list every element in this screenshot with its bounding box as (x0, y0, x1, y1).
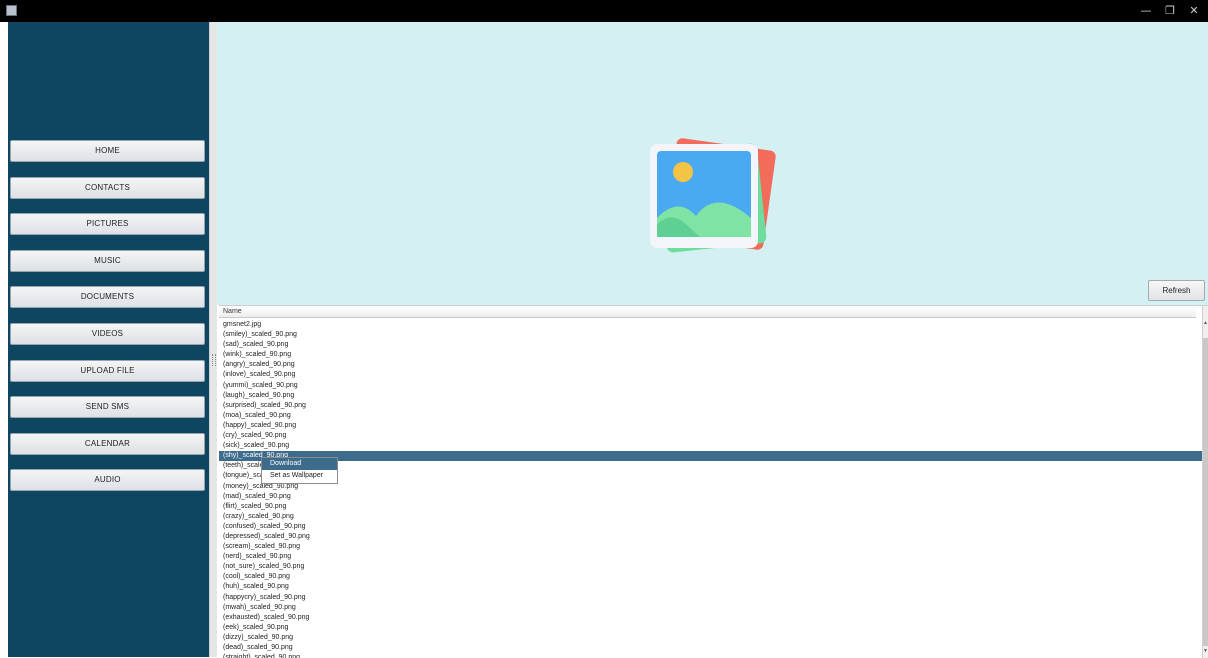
sidebar-item-pictures[interactable]: PICTURES (10, 213, 205, 235)
table-row[interactable]: (confused)_scaled_90.png (219, 522, 1202, 532)
table-row[interactable]: (nerd)_scaled_90.png (219, 552, 1202, 562)
scroll-up-icon[interactable]: ▲ (1203, 320, 1208, 326)
split-pane-divider[interactable] (209, 22, 217, 657)
table-row[interactable]: (shy)_scaled_90.png (219, 451, 1202, 462)
table-row[interactable]: (dizzy)_scaled_90.png (219, 633, 1202, 643)
sidebar-item-upload-file[interactable]: UPLOAD FILE (10, 360, 205, 382)
sidebar-item-contacts[interactable]: CONTACTS (10, 177, 205, 199)
table-row[interactable]: (yummi)_scaled_90.png (219, 381, 1202, 391)
app-icon (6, 5, 17, 16)
table-row[interactable]: (teeth)_scaled_90.png (219, 461, 1202, 471)
divider-grip-icon[interactable] (212, 354, 216, 366)
image-preview-panel: Refresh (217, 22, 1208, 305)
close-icon[interactable]: ✕ (1183, 2, 1205, 20)
table-row[interactable]: (crazy)_scaled_90.png (219, 512, 1202, 522)
table-row[interactable]: (mad)_scaled_90.png (219, 492, 1202, 502)
table-row[interactable]: (happycry)_scaled_90.png (219, 593, 1202, 603)
table-row[interactable]: (sad)_scaled_90.png (219, 340, 1202, 350)
table-row[interactable]: (scream)_scaled_90.png (219, 542, 1202, 552)
sidebar-item-home[interactable]: HOME (10, 140, 205, 162)
table-row[interactable]: (smiley)_scaled_90.png (219, 330, 1202, 340)
table-row[interactable]: (not_sure)_scaled_90.png (219, 562, 1202, 572)
context-menu: Download Set as Wallpaper (261, 457, 338, 484)
table-row[interactable]: (money)_scaled_90.png (219, 482, 1202, 492)
table-row[interactable]: (laugh)_scaled_90.png (219, 391, 1202, 401)
table-row[interactable]: (straight)_scaled_90.png (219, 653, 1202, 658)
table-row[interactable]: (huh)_scaled_90.png (219, 582, 1202, 592)
table-row[interactable]: (inlove)_scaled_90.png (219, 370, 1202, 380)
table-row[interactable]: (dead)_scaled_90.png (219, 643, 1202, 653)
table-row[interactable]: (moa)_scaled_90.png (219, 411, 1202, 421)
table-row[interactable]: (tongue)_scaled_90.png (219, 471, 1202, 481)
file-table: Name gmsnet2.jpg (smiley)_scaled_90.png (s… (219, 305, 1208, 658)
file-table-rows: gmsnet2.jpg (smiley)_scaled_90.png (sad)_s… (219, 320, 1202, 658)
sidebar-item-documents[interactable]: DOCUMENTS (10, 286, 205, 308)
sidebar-item-calendar[interactable]: CALENDAR (10, 433, 205, 455)
column-header-name[interactable]: Name (219, 306, 1196, 318)
table-row[interactable]: (surprised)_scaled_90.png (219, 401, 1202, 411)
vertical-scrollbar[interactable]: ▲ ▼ (1202, 306, 1208, 658)
table-row[interactable]: (happy)_scaled_90.png (219, 421, 1202, 431)
sidebar-item-videos[interactable]: VIDEOS (10, 323, 205, 345)
gallery-image-icon (650, 138, 776, 253)
scroll-down-icon[interactable]: ▼ (1203, 648, 1208, 654)
table-row[interactable]: (sick)_scaled_90.png (219, 441, 1202, 451)
table-row[interactable]: gmsnet2.jpg (219, 320, 1202, 330)
context-menu-set-as-wallpaper[interactable]: Set as Wallpaper (262, 470, 337, 482)
context-menu-download[interactable]: Download (262, 458, 337, 470)
table-row[interactable]: (cool)_scaled_90.png (219, 572, 1202, 582)
scrollbar-thumb[interactable] (1203, 338, 1208, 646)
table-row[interactable]: (cry)_scaled_90.png (219, 431, 1202, 441)
sidebar-item-music[interactable]: MUSIC (10, 250, 205, 272)
table-row[interactable]: (angry)_scaled_90.png (219, 360, 1202, 370)
restore-icon[interactable]: ❐ (1159, 2, 1181, 20)
table-row[interactable]: (wink)_scaled_90.png (219, 350, 1202, 360)
table-row[interactable]: (mwah)_scaled_90.png (219, 603, 1202, 613)
title-bar: — ❐ ✕ (0, 0, 1208, 22)
refresh-button[interactable]: Refresh (1148, 280, 1205, 301)
table-row[interactable]: (depressed)_scaled_90.png (219, 532, 1202, 542)
sidebar: HOME CONTACTS PICTURES MUSIC DOCUMENTS V… (8, 22, 209, 657)
sidebar-item-audio[interactable]: AUDIO (10, 469, 205, 491)
sidebar-item-send-sms[interactable]: SEND SMS (10, 396, 205, 418)
minimize-icon[interactable]: — (1135, 2, 1157, 20)
table-row[interactable]: (eek)_scaled_90.png (219, 623, 1202, 633)
table-row[interactable]: (flirt)_scaled_90.png (219, 502, 1202, 512)
table-row[interactable]: (exhausted)_scaled_90.png (219, 613, 1202, 623)
